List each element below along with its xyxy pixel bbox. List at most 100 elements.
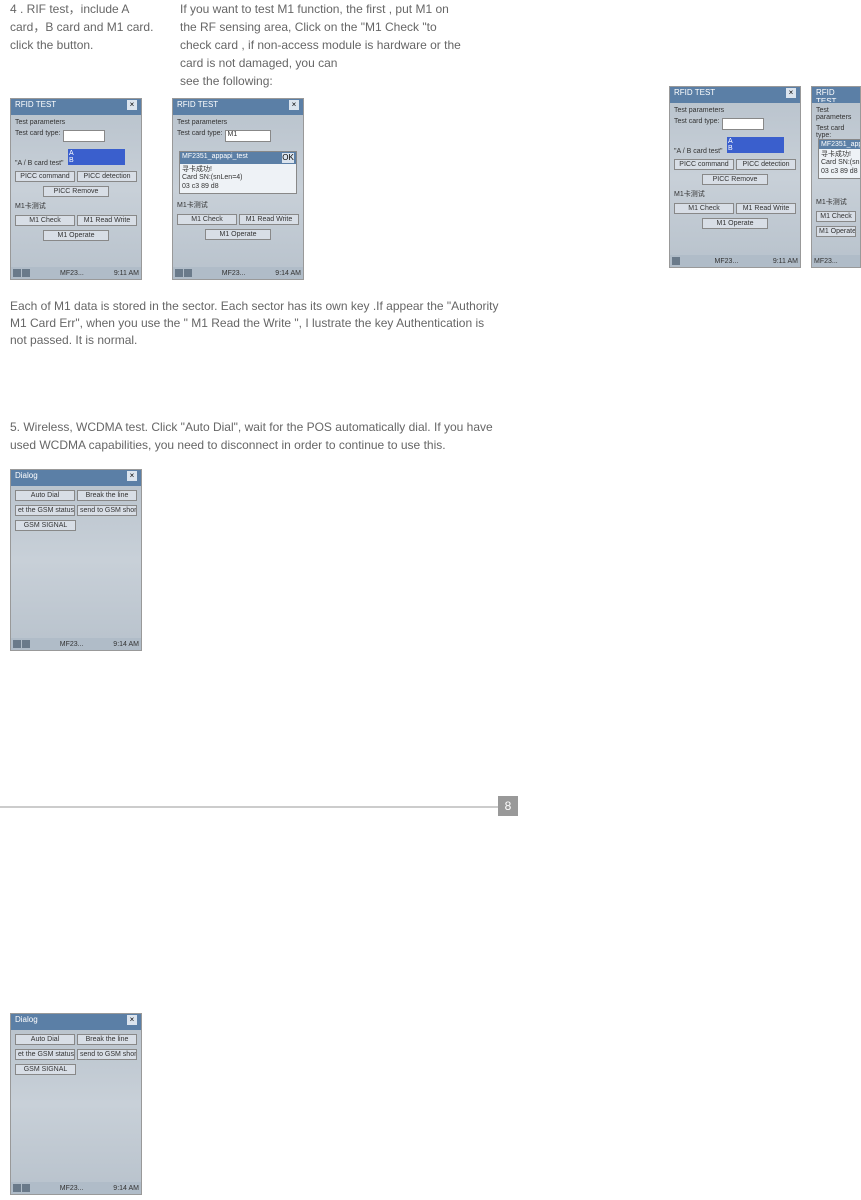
close-icon[interactable]: ×	[786, 88, 796, 98]
window-title: Dialog	[15, 471, 38, 485]
rfid-screenshot-dropdown-dup: RFID TEST × Test parameters Test card typ…	[669, 86, 801, 268]
window-titlebar: Dialog ×	[11, 1014, 141, 1030]
popup-line2: Card SN:(snLen=4)	[182, 174, 294, 182]
task-name: MF23...	[60, 270, 84, 277]
section5-text: 5. Wireless, WCDMA test. Click "Auto Dia…	[0, 408, 510, 464]
window-title: RFID TEST	[816, 88, 856, 102]
dialog-screenshot-dup: Dialog × Auto DialBreak the line et the …	[10, 1013, 142, 1195]
task-icon[interactable]	[184, 269, 192, 277]
clock: 9:11 AM	[773, 258, 798, 265]
auto-dial-button[interactable]: Auto Dial	[15, 490, 75, 501]
m1-check-button[interactable]: M1 Check	[674, 203, 734, 214]
m1-readwrite-button[interactable]: M1 Read Write	[77, 215, 137, 226]
task-name: MF23...	[60, 641, 84, 648]
m1-operate-button[interactable]: M1 Operate	[816, 226, 856, 237]
task-icon[interactable]	[22, 1184, 30, 1192]
clock: 9:14 AM	[113, 1185, 139, 1192]
taskbar: MF23... 9:14 AM	[11, 1182, 141, 1194]
m1-operate-button[interactable]: M1 Operate	[205, 229, 271, 240]
popup-title: MF2351_appapi_test	[182, 153, 248, 163]
m1-operate-button[interactable]: M1 Operate	[702, 218, 768, 229]
m1-check-button[interactable]: M1 Check	[177, 214, 237, 225]
card-type-label: Test card type:	[674, 118, 720, 130]
auto-dial-button[interactable]: Auto Dial	[15, 1034, 75, 1045]
card-type-select[interactable]	[63, 130, 105, 142]
card-type-select[interactable]: M1	[225, 130, 271, 142]
task-name: MF23...	[814, 258, 838, 265]
picc-command-button[interactable]: PICC command	[674, 159, 734, 170]
section4-right-text: If you want to test M1 function, the fir…	[180, 0, 490, 90]
popup-line1: 寻卡成功!	[821, 151, 861, 159]
params-label: Test parameters	[15, 119, 65, 126]
gsm-status-button[interactable]: et the GSM status	[15, 1049, 75, 1060]
task-icon[interactable]	[22, 640, 30, 648]
m1-data-paragraph: Each of M1 data is stored in the sector.…	[0, 288, 510, 358]
clock: 9:14 AM	[113, 641, 139, 648]
section4-right-l4: card is not damaged, you can	[180, 56, 337, 70]
gsm-signal-button[interactable]: GSM SIGNAL	[15, 1064, 76, 1075]
picc-remove-button[interactable]: PICC Remove	[43, 186, 109, 197]
m1-group-label: M1卡测试	[15, 201, 46, 211]
close-icon[interactable]: ×	[127, 100, 137, 110]
ab-test-label: "A / B card test"	[674, 148, 723, 155]
window-titlebar: RFID TEST ×	[173, 99, 303, 115]
window-titlebar: Dialog ×	[11, 470, 141, 486]
window-title: Dialog	[15, 1015, 38, 1029]
picc-detection-button[interactable]: PICC detection	[77, 171, 137, 182]
picc-detection-button[interactable]: PICC detection	[736, 159, 796, 170]
popup-line2: Card SN:(snLen=4)	[821, 159, 861, 167]
gsm-signal-button[interactable]: GSM SIGNAL	[15, 520, 76, 531]
popup-title: MF2351_appapi_test	[821, 141, 861, 148]
m1-group-label: M1卡测试	[177, 200, 208, 210]
page-rule	[0, 806, 500, 808]
m1-readwrite-button[interactable]: M1 Read Write	[736, 203, 796, 214]
start-icon[interactable]	[175, 269, 183, 277]
card-type-label: Test card type:	[816, 125, 856, 139]
gsm-status-button[interactable]: et the GSM status	[15, 505, 75, 516]
m1-group-label: M1卡测试	[816, 197, 847, 207]
section4-right-l2: the RF sensing area, Click on the "M1 Ch…	[180, 20, 437, 34]
break-line-button[interactable]: Break the line	[77, 1034, 137, 1045]
window-title: RFID TEST	[177, 100, 218, 114]
card-type-dropdown[interactable]: AB	[727, 137, 784, 153]
popup-ok-button[interactable]: OK	[282, 153, 294, 163]
clock: 9:14 AM	[275, 270, 301, 277]
card-type-dropdown[interactable]: AB	[68, 149, 125, 165]
rfid-screenshot-dropdown: RFID TEST × Test parameters Test card ty…	[10, 98, 142, 280]
m1-readwrite-button[interactable]: M1 Read Write	[239, 214, 299, 225]
params-label: Test parameters	[177, 119, 227, 126]
params-label: Test parameters	[816, 107, 856, 121]
close-icon[interactable]: ×	[289, 100, 299, 110]
params-label: Test parameters	[674, 107, 724, 114]
start-icon[interactable]	[672, 257, 680, 265]
m1-check-button[interactable]: M1 Check	[816, 211, 856, 222]
dialog-screenshot: Dialog × Auto DialBreak the line et the …	[10, 469, 142, 651]
ab-test-label: "A / B card test"	[15, 160, 64, 167]
popup-line3: 03 c3 89 d8	[182, 183, 294, 191]
taskbar: MF23... 9:11 AM	[11, 267, 141, 279]
section4-right-l5: see the following:	[180, 74, 273, 88]
taskbar: MF23... 9:14 AM	[11, 638, 141, 650]
window-titlebar: RFID TEST ×	[11, 99, 141, 115]
close-icon[interactable]: ×	[127, 471, 137, 481]
send-gsm-button[interactable]: send to GSM short	[77, 1049, 137, 1060]
picc-command-button[interactable]: PICC command	[15, 171, 75, 182]
break-line-button[interactable]: Break the line	[77, 490, 137, 501]
start-icon[interactable]	[13, 269, 21, 277]
section4-right-l1: If you want to test M1 function, the fir…	[180, 2, 449, 16]
send-gsm-button[interactable]: send to GSM short	[77, 505, 137, 516]
popup-line1: 寻卡成功!	[182, 166, 294, 174]
start-icon[interactable]	[13, 1184, 21, 1192]
task-name: MF23...	[222, 270, 246, 277]
picc-remove-button[interactable]: PICC Remove	[702, 174, 768, 185]
start-icon[interactable]	[13, 640, 21, 648]
page-number: 8	[498, 796, 518, 816]
taskbar: MF23... 9:14 AM	[173, 267, 303, 279]
m1-operate-button[interactable]: M1 Operate	[43, 230, 109, 241]
window-title: RFID TEST	[674, 88, 715, 102]
popup-line3: 03 c3 89 d8	[821, 168, 861, 176]
task-icon[interactable]	[22, 269, 30, 277]
close-icon[interactable]: ×	[127, 1015, 137, 1025]
m1-check-button[interactable]: M1 Check	[15, 215, 75, 226]
card-type-select[interactable]	[722, 118, 764, 130]
